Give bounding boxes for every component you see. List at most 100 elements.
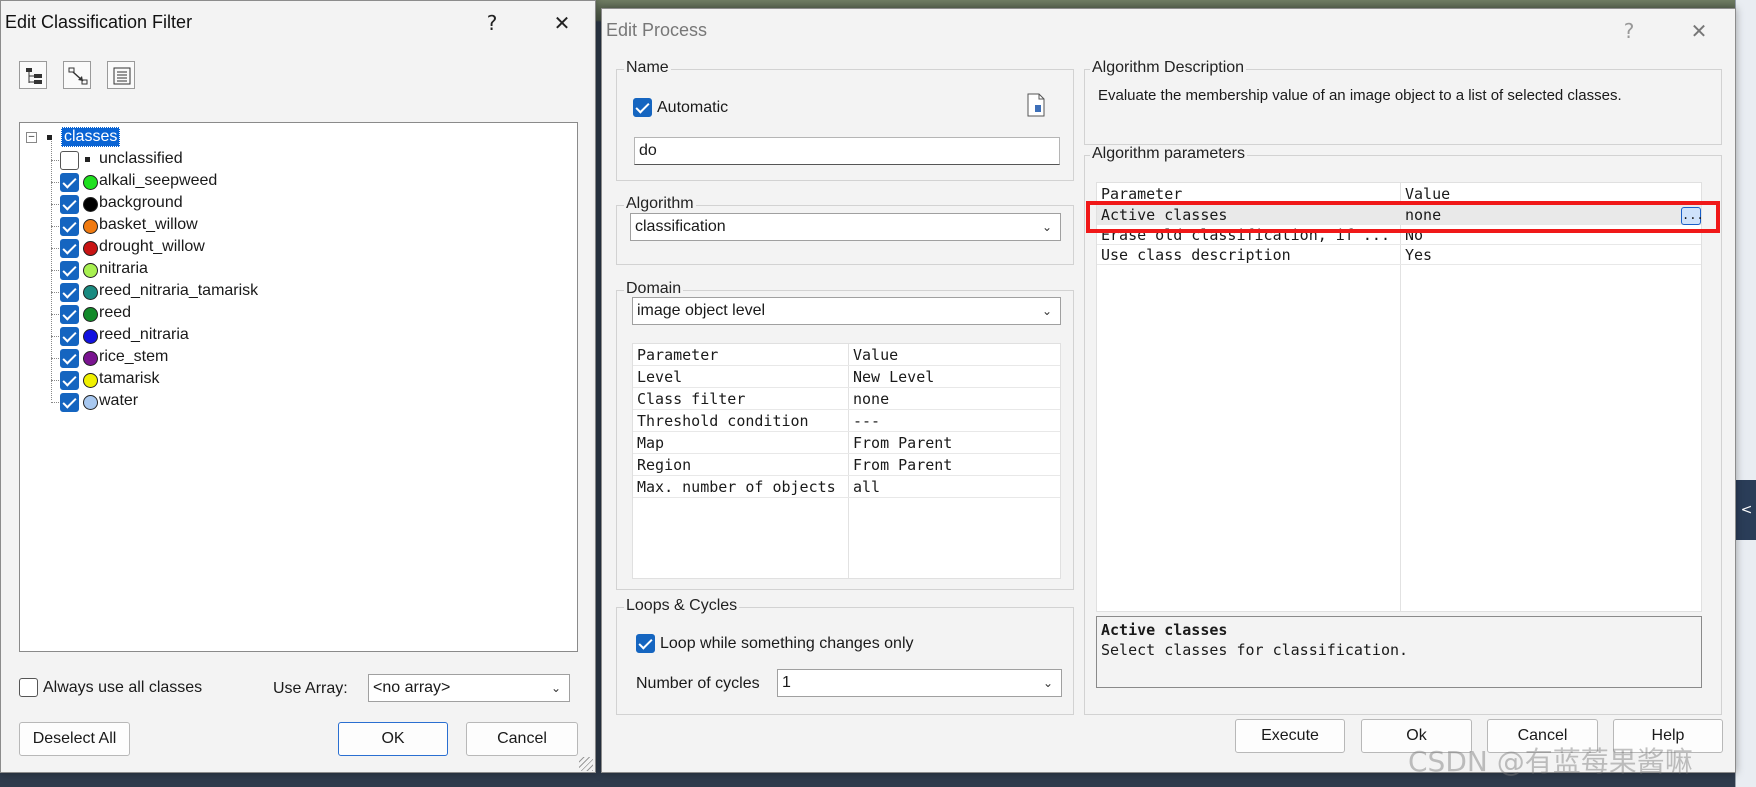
table-row[interactable]: Region From Parent: [633, 454, 1060, 476]
class-checkbox[interactable]: [60, 349, 79, 368]
tree-row-class[interactable]: drought_willow: [20, 237, 577, 259]
name-input[interactable]: do: [634, 137, 1060, 165]
param-name: Class filter: [637, 390, 746, 408]
cycles-value: 1: [782, 674, 791, 691]
domain-select[interactable]: image object level ⌄: [632, 297, 1061, 325]
tree-connector-h: [51, 160, 59, 161]
edit-classification-filter-dialog: Edit Classification Filter ? ✕ – classes…: [0, 0, 596, 773]
use-array-label: Use Array:: [273, 680, 348, 697]
tree-connector-h: [51, 182, 59, 183]
arrow-link-icon: [68, 67, 88, 85]
group-view-button[interactable]: [63, 61, 91, 89]
algorithm-select[interactable]: classification ⌄: [630, 213, 1061, 241]
document-icon[interactable]: [1026, 93, 1046, 117]
domain-value: image object level: [637, 302, 766, 319]
help-button[interactable]: ?: [1615, 17, 1643, 45]
tree-root-row[interactable]: – classes: [20, 127, 577, 149]
unclassified-checkbox[interactable]: [60, 151, 79, 170]
param-value: From Parent: [853, 434, 953, 452]
tree-row-class[interactable]: tamarisk: [20, 369, 577, 391]
class-label: drought_willow: [99, 238, 205, 255]
unclassified-label: unclassified: [99, 150, 183, 167]
algorithm-parameter-table[interactable]: Parameter Value Active classes none Erase …: [1096, 182, 1704, 612]
class-checkbox[interactable]: [60, 261, 79, 280]
class-color-icon: [83, 263, 98, 278]
param-name: Max. number of objects: [637, 478, 836, 496]
tree-row-class[interactable]: rice_stem: [20, 347, 577, 369]
class-checkbox[interactable]: [60, 173, 79, 192]
table-row[interactable]: Level New Level: [633, 366, 1060, 388]
tree-row-class[interactable]: reed_nitraria_tamarisk: [20, 281, 577, 303]
close-button[interactable]: ✕: [548, 9, 576, 37]
loop-checkbox[interactable]: [636, 634, 655, 653]
domain-parameter-table[interactable]: Parameter Value Level New Level Class filt…: [632, 343, 1061, 579]
tree-connector-h: [51, 292, 59, 293]
tree-row-class[interactable]: alkali_seepweed: [20, 171, 577, 193]
param-name: Map: [637, 434, 665, 452]
class-label: reed: [99, 304, 132, 321]
class-color-icon: [83, 197, 98, 212]
class-checkbox[interactable]: [60, 195, 79, 214]
parameter-help-box: Active classes Select classes for classi…: [1096, 616, 1702, 688]
loop-label: Loop while something changes only: [660, 635, 914, 652]
class-checkbox[interactable]: [60, 327, 79, 346]
class-label: reed_nitraria_tamarisk: [99, 282, 259, 299]
cancel-button[interactable]: Cancel: [466, 722, 578, 756]
tree-row-class[interactable]: reed_nitraria: [20, 325, 577, 347]
param-value: ---: [853, 412, 881, 430]
help-button[interactable]: ?: [478, 9, 506, 37]
cycles-select[interactable]: 1 ⌄: [777, 669, 1062, 697]
table-row[interactable]: Threshold condition ---: [633, 410, 1060, 432]
tree-row-class[interactable]: nitraria: [20, 259, 577, 281]
class-checkbox[interactable]: [60, 305, 79, 324]
tree-row-class[interactable]: background: [20, 193, 577, 215]
class-checkbox[interactable]: [60, 283, 79, 302]
tree-root-label[interactable]: classes: [61, 127, 121, 147]
param-value: From Parent: [853, 456, 953, 474]
class-color-icon: [83, 373, 98, 388]
close-button[interactable]: ✕: [1685, 17, 1713, 45]
automatic-checkbox[interactable]: [633, 98, 652, 117]
chevron-down-icon: ⌄: [1041, 304, 1052, 318]
titlebar: Edit Classification Filter ? ✕: [1, 1, 595, 45]
class-label: water: [99, 392, 139, 409]
class-checkbox[interactable]: [60, 217, 79, 236]
tree-view-button[interactable]: [19, 61, 47, 89]
execute-button[interactable]: Execute: [1235, 719, 1345, 753]
class-group-icon: [47, 135, 52, 140]
resize-grip-icon[interactable]: [579, 757, 593, 771]
table-row[interactable]: Use class description Yes: [1097, 245, 1701, 265]
tree-row-class[interactable]: basket_willow: [20, 215, 577, 237]
edit-process-dialog: Edit Process ? ✕ Name Automatic do Algor…: [601, 8, 1736, 773]
param-name: Region: [637, 456, 692, 474]
class-color-icon: [83, 285, 98, 300]
list-view-button[interactable]: [107, 61, 135, 89]
domain-group-label: Domain: [624, 280, 684, 298]
class-checkbox[interactable]: [60, 371, 79, 390]
ok-button[interactable]: OK: [338, 722, 448, 756]
deselect-all-button[interactable]: Deselect All: [19, 722, 130, 756]
highlight-box: [1086, 201, 1720, 233]
collapse-tab[interactable]: <: [1736, 480, 1756, 540]
dialog-title: Edit Classification Filter: [5, 12, 193, 32]
algorithm-value: classification: [635, 218, 726, 235]
table-row[interactable]: Map From Parent: [633, 432, 1060, 454]
table-row[interactable]: Max. number of objects all: [633, 476, 1060, 498]
tree-row-class[interactable]: water: [20, 391, 577, 413]
table-row[interactable]: Class filter none: [633, 388, 1060, 410]
tree-row-unclassified[interactable]: unclassified: [20, 149, 577, 171]
tree-row-class[interactable]: reed: [20, 303, 577, 325]
description-group: [1084, 69, 1722, 145]
always-use-all-checkbox[interactable]: [19, 678, 38, 697]
class-checkbox[interactable]: [60, 239, 79, 258]
collapse-icon[interactable]: –: [26, 132, 37, 143]
chevron-down-icon: ⌄: [550, 681, 561, 695]
use-array-select[interactable]: <no array> ⌄: [368, 674, 570, 702]
name-group-label: Name: [624, 59, 671, 77]
list-icon: [113, 67, 131, 85]
class-label: alkali_seepweed: [99, 172, 218, 189]
description-group-label: Algorithm Description: [1090, 59, 1247, 77]
class-tree[interactable]: – classes unclassified alkali_seepweedba…: [19, 122, 578, 652]
tree-connector-h: [51, 336, 59, 337]
class-checkbox[interactable]: [60, 393, 79, 412]
